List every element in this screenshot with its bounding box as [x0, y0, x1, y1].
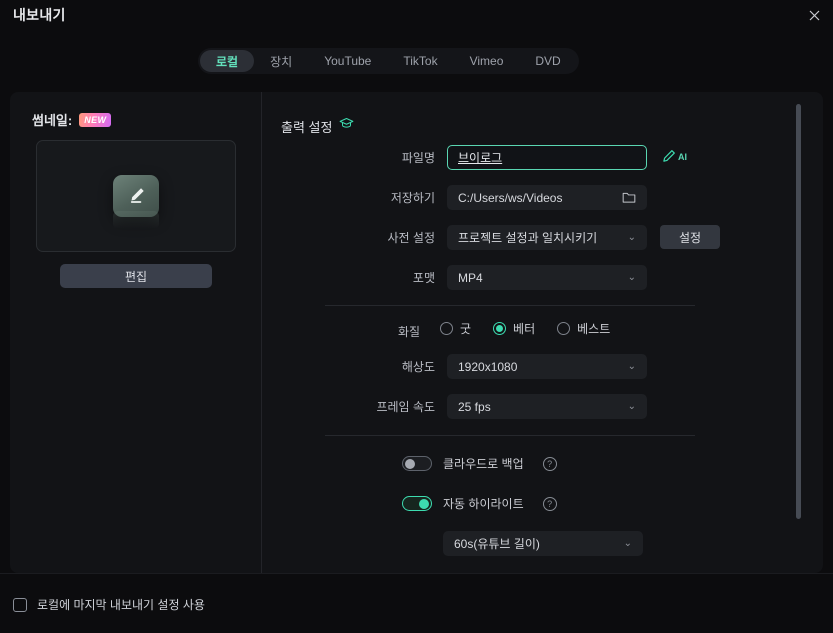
format-label: 포맷 — [412, 271, 435, 285]
radio-dot — [440, 322, 453, 335]
cloud-backup-row: 클라우드로 백업 ? — [402, 455, 557, 472]
preset-select[interactable]: 프로젝트 설정과 일치시키기 ⌄ — [447, 225, 647, 250]
tab-vimeo[interactable]: Vimeo — [454, 50, 520, 72]
close-glyph — [809, 10, 819, 20]
section-divider-2 — [325, 435, 695, 436]
graduation-cap-icon[interactable] — [339, 116, 354, 136]
resolution-row: 해상도 1920x1080 ⌄ — [325, 354, 647, 379]
toggle-knob — [419, 498, 429, 509]
framerate-row: 프레임 속도 25 fps ⌄ — [325, 394, 647, 419]
thumbnail-label: 썸네일: — [32, 113, 73, 128]
chevron-down-icon: ⌄ — [623, 538, 632, 549]
tab-local[interactable]: 로컬 — [200, 50, 255, 72]
quality-option-label: 베터 — [513, 322, 536, 336]
auto-highlight-toggle[interactable] — [402, 496, 432, 511]
resolution-select[interactable]: 1920x1080 ⌄ — [447, 354, 647, 379]
question-mark-icon[interactable]: ? — [542, 496, 557, 511]
tab-dvd[interactable]: DVD — [519, 50, 576, 72]
quality-option-label: 베스트 — [577, 322, 611, 336]
page-title: 내보내기 — [13, 7, 66, 23]
highlight-length-row: 60s(유튜브 길이) ⌄ — [443, 531, 643, 556]
chevron-down-icon: ⌄ — [627, 272, 636, 283]
new-badge: NEW — [79, 112, 112, 127]
thumbnail-header: 썸네일: NEW — [32, 110, 112, 129]
framerate-value: 25 fps — [458, 399, 491, 414]
panel-divider — [261, 92, 262, 573]
quality-option-best[interactable]: 베스트 — [557, 320, 610, 337]
graduation-cap-glyph — [340, 118, 354, 128]
tab-device[interactable]: 장치 — [254, 50, 308, 72]
framerate-select[interactable]: 25 fps ⌄ — [447, 394, 647, 419]
highlight-length-value: 60s(유튜브 길이) — [454, 537, 540, 551]
checkbox-box — [13, 597, 27, 612]
toggle-knob — [405, 458, 415, 469]
icon-reflection — [113, 211, 159, 229]
remember-settings-checkbox[interactable]: 로컬에 마지막 내보내기 설정 사용 — [13, 596, 205, 613]
quality-option-better[interactable]: 베터 — [493, 320, 535, 337]
thumbnail-preview[interactable] — [36, 140, 236, 252]
chevron-down-icon: ⌄ — [627, 401, 636, 412]
remember-settings-label: 로컬에 마지막 내보내기 설정 사용 — [37, 598, 205, 612]
section-title: 출력 설정 — [281, 119, 333, 135]
resolution-value: 1920x1080 — [458, 359, 518, 374]
title-bar: 내보내기 — [0, 0, 833, 30]
close-icon[interactable] — [801, 3, 827, 27]
section-divider-1 — [325, 305, 695, 306]
export-target-tabs: 로컬 장치 YouTube TikTok Vimeo DVD — [198, 48, 579, 74]
ai-pencil-icon[interactable]: AI — [660, 148, 687, 165]
ai-pencil-glyph — [663, 150, 675, 162]
save-location-input[interactable]: C:/Users/ws/Videos — [447, 185, 647, 210]
filename-value: 브이로그 — [458, 151, 503, 165]
output-settings-header: 출력 설정 — [281, 116, 354, 136]
format-value: MP4 — [458, 270, 483, 285]
filename-input[interactable]: 브이로그 — [447, 145, 647, 170]
chevron-down-icon: ⌄ — [627, 361, 636, 372]
radio-dot — [493, 322, 507, 335]
quality-radio-group: 굿 베터 베스트 — [440, 320, 610, 337]
auto-highlight-label: 자동 하이라이트 — [443, 497, 524, 511]
auto-highlight-row: 자동 하이라이트 ? — [402, 495, 557, 512]
question-mark-icon[interactable]: ? — [542, 456, 557, 471]
tab-tiktok[interactable]: TikTok — [387, 50, 453, 72]
tab-youtube[interactable]: YouTube — [308, 50, 387, 72]
folder-glyph — [622, 192, 636, 203]
scrollbar-thumb[interactable] — [796, 104, 801, 519]
chevron-down-icon: ⌄ — [627, 232, 636, 243]
filename-row: 파일명 브이로그 — [325, 145, 647, 170]
cloud-backup-toggle[interactable] — [402, 456, 432, 471]
save-location-label: 저장하기 — [390, 191, 435, 205]
quality-option-label: 굿 — [460, 322, 472, 336]
save-location-row: 저장하기 C:/Users/ws/Videos — [325, 185, 647, 210]
radio-dot — [557, 322, 571, 335]
preset-label: 사전 설정 — [387, 231, 436, 245]
footer-bar: 로컬에 마지막 내보내기 설정 사용 영상 길이:00:04:08 크기 : 2… — [0, 573, 833, 633]
framerate-label: 프레임 속도 — [376, 400, 435, 414]
resolution-label: 해상도 — [401, 360, 435, 374]
export-dialog: 내보내기 로컬 장치 YouTube TikTok Vimeo DVD 썸네일:… — [0, 0, 833, 633]
format-row: 포맷 MP4 ⌄ — [325, 265, 647, 290]
preset-value: 프로젝트 설정과 일치시키기 — [458, 231, 598, 245]
pencil-glyph — [130, 188, 144, 203]
edit-thumbnail-button[interactable]: 편집 — [60, 264, 212, 288]
folder-icon[interactable] — [622, 191, 636, 204]
highlight-length-select[interactable]: 60s(유튜브 길이) ⌄ — [443, 531, 643, 556]
preset-row: 사전 설정 프로젝트 설정과 일치시키기 ⌄ — [325, 225, 647, 250]
cloud-backup-label: 클라우드로 백업 — [443, 457, 524, 471]
filename-label: 파일명 — [401, 151, 435, 165]
quality-option-good[interactable]: 굿 — [440, 320, 471, 337]
save-location-value: C:/Users/ws/Videos — [458, 190, 563, 205]
format-select[interactable]: MP4 ⌄ — [447, 265, 647, 290]
ai-label: AI — [678, 151, 687, 162]
quality-label: 화질 — [398, 325, 421, 339]
preset-settings-button[interactable]: 설정 — [660, 225, 720, 249]
